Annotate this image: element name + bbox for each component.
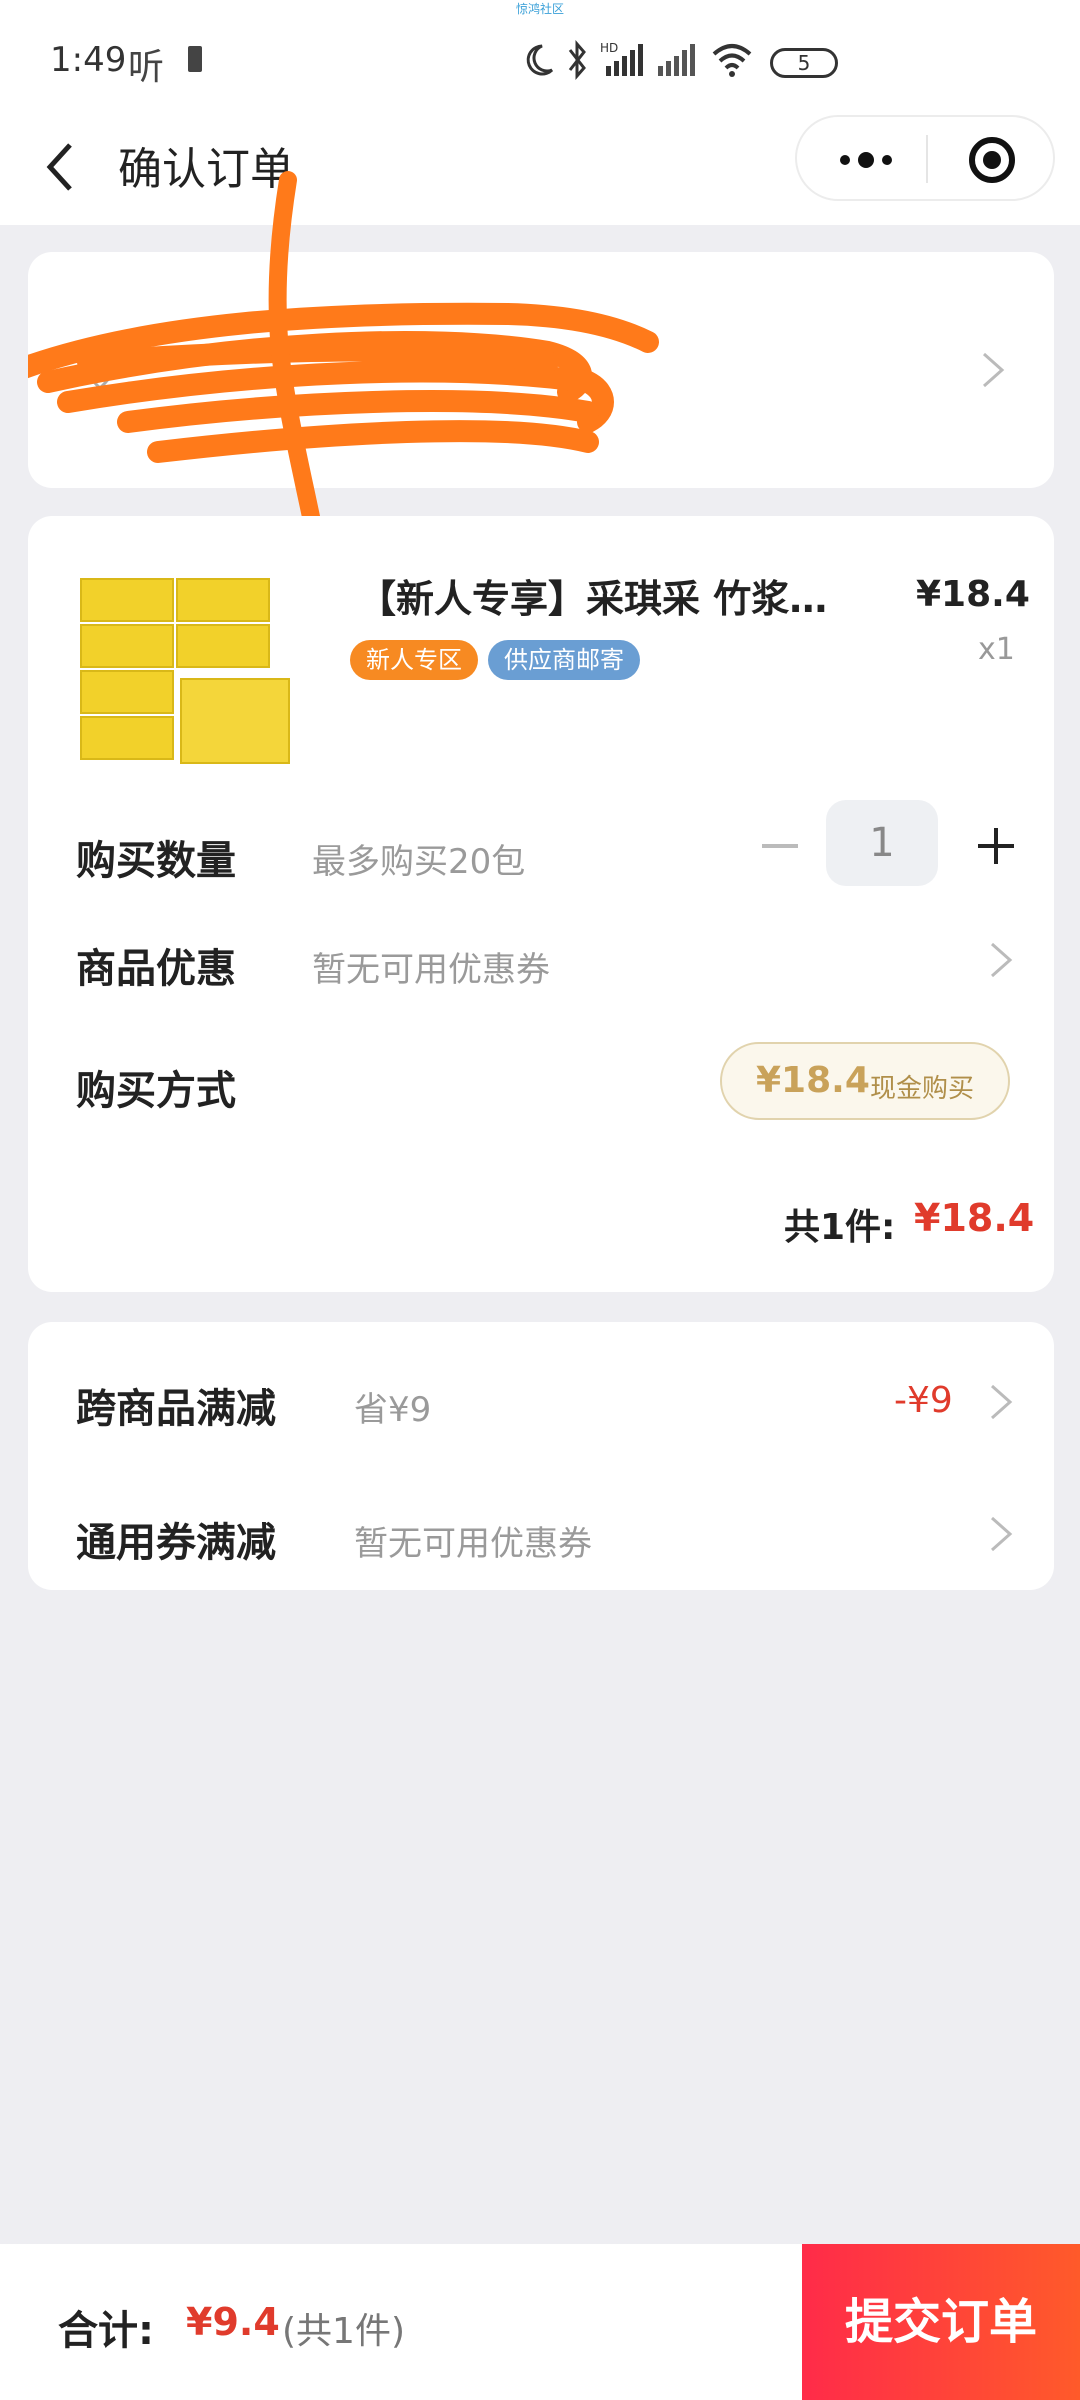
cross-discount-hint: 省¥9 [354, 1390, 432, 1430]
coupon-label: 通用券满减 [76, 1520, 276, 1566]
mini-program-capsule [795, 115, 1055, 201]
total-count: (共1件) [282, 2311, 405, 2352]
promotions-card: 跨商品满减 省¥9 -¥9 通用券满减 暂无可用优惠券 [28, 1322, 1054, 1590]
tag-newcomer: 新人专区 [350, 640, 478, 680]
signal-hd-icon: HD [600, 40, 646, 84]
qty-hint: 最多购买20包 [312, 842, 526, 882]
status-time: 1:49 [50, 40, 127, 80]
discount-hint[interactable]: 暂无可用优惠券 [312, 942, 550, 991]
summary-amount: ¥18.4 [914, 1196, 1035, 1240]
wifi-icon [710, 42, 754, 82]
product-title[interactable]: 【新人专享】采琪采 竹浆… [358, 568, 827, 623]
redaction-scribble [28, 302, 659, 463]
decrease-button[interactable] [750, 816, 810, 876]
cross-discount-chevron-icon[interactable] [986, 1382, 1016, 1422]
signal-icon [656, 40, 696, 84]
method-label: 购买方式 [76, 1068, 236, 1114]
battery-icon: 5 [770, 48, 838, 78]
cross-discount-label: 跨商品满减 [76, 1386, 276, 1432]
cross-discount-amount[interactable]: -¥9 [894, 1380, 953, 1421]
payment-price: ¥18.4 [756, 1060, 870, 1101]
moon-icon [520, 42, 556, 82]
qty-label: 购买数量 [76, 838, 236, 884]
coupon-hint[interactable]: 暂无可用优惠券 [354, 1516, 592, 1565]
coupon-chevron-icon[interactable] [986, 1514, 1016, 1554]
battery-saver-icon [188, 46, 202, 72]
payment-method-option[interactable]: ¥18.4 现金购买 [720, 1042, 1010, 1120]
more-icon[interactable] [831, 143, 901, 177]
summary-prefix: 共1件: [784, 1207, 896, 1248]
total-amount: ¥9.4 [186, 2300, 280, 2344]
capsule-divider [926, 135, 928, 183]
discount-label: 商品优惠 [76, 946, 236, 992]
bluetooth-icon [566, 40, 588, 84]
status-bar: 惊鸿社区 1:49 听 HD 5 [0, 0, 1080, 120]
bottom-bar: 合计: ¥9.4 (共1件) 提交订单 [0, 2244, 1080, 2400]
back-icon[interactable] [40, 137, 90, 197]
product-price: ¥18.4 [916, 574, 1030, 615]
tag-supplier-mail: 供应商邮寄 [488, 640, 640, 680]
submit-order-button[interactable]: 提交订单 [802, 2244, 1080, 2400]
address-card[interactable] [28, 252, 1054, 488]
increase-button[interactable] [966, 816, 1026, 876]
qty-value[interactable]: 1 [826, 800, 938, 886]
product-image [80, 578, 300, 778]
top-mini-text: 惊鸿社区 [515, 2, 564, 16]
nav-bar: 确认订单 [0, 105, 1080, 225]
product-qty: x1 [978, 632, 1015, 667]
payment-text: 现金购买 [870, 1074, 975, 1104]
status-net-label: 听 [128, 47, 165, 88]
close-mini-program-icon[interactable] [967, 135, 1017, 185]
svg-text:HD: HD [600, 41, 618, 55]
discount-chevron-icon[interactable] [986, 940, 1016, 980]
product-card: 【新人专享】采琪采 竹浆… ¥18.4 x1 新人专区 供应商邮寄 购买数量 最… [28, 516, 1054, 1292]
total-label: 合计: [58, 2308, 154, 2354]
